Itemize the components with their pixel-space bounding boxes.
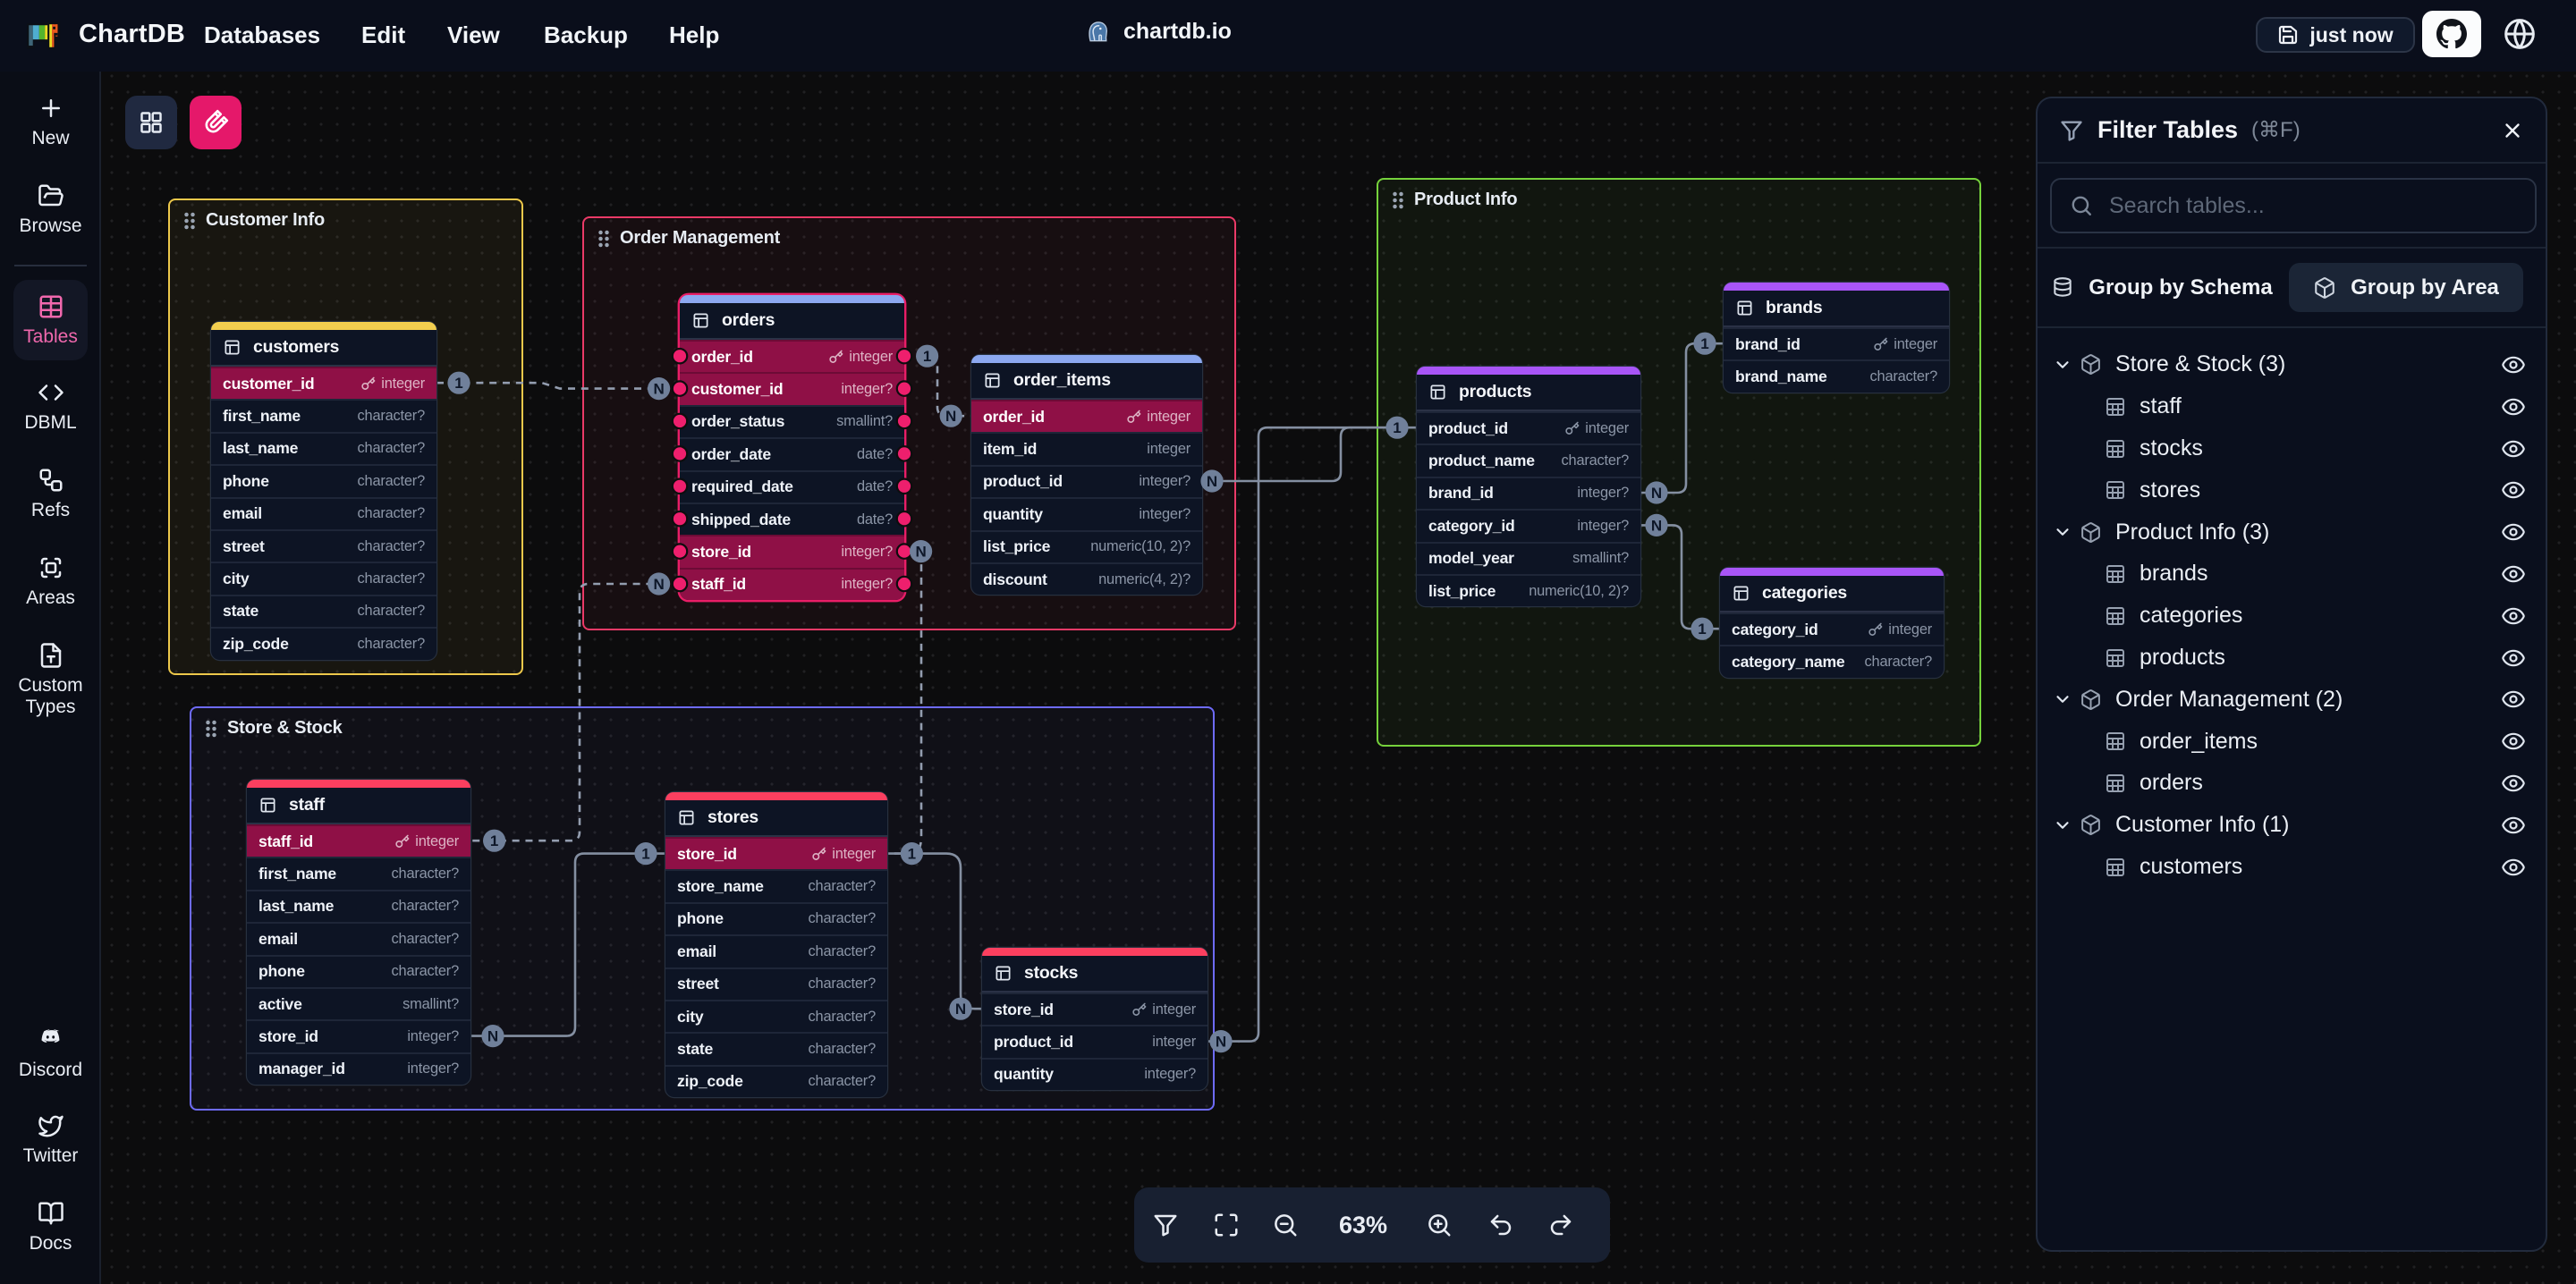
svg-text:N: N [915,544,926,561]
svg-text:N: N [1207,473,1217,490]
svg-text:N: N [1216,1034,1226,1051]
svg-text:1: 1 [1393,419,1401,436]
svg-text:1: 1 [641,846,649,863]
svg-text:1: 1 [454,375,462,392]
svg-text:1: 1 [1698,621,1706,638]
svg-text:1: 1 [490,832,498,849]
svg-text:N: N [653,576,664,593]
svg-text:1: 1 [908,846,916,863]
svg-text:N: N [1651,517,1662,534]
svg-text:N: N [945,408,956,425]
svg-text:N: N [1651,485,1662,502]
svg-text:N: N [955,1001,966,1018]
svg-text:N: N [653,381,664,398]
svg-text:1: 1 [1700,335,1708,352]
svg-text:N: N [487,1028,498,1045]
svg-text:1: 1 [923,348,931,365]
